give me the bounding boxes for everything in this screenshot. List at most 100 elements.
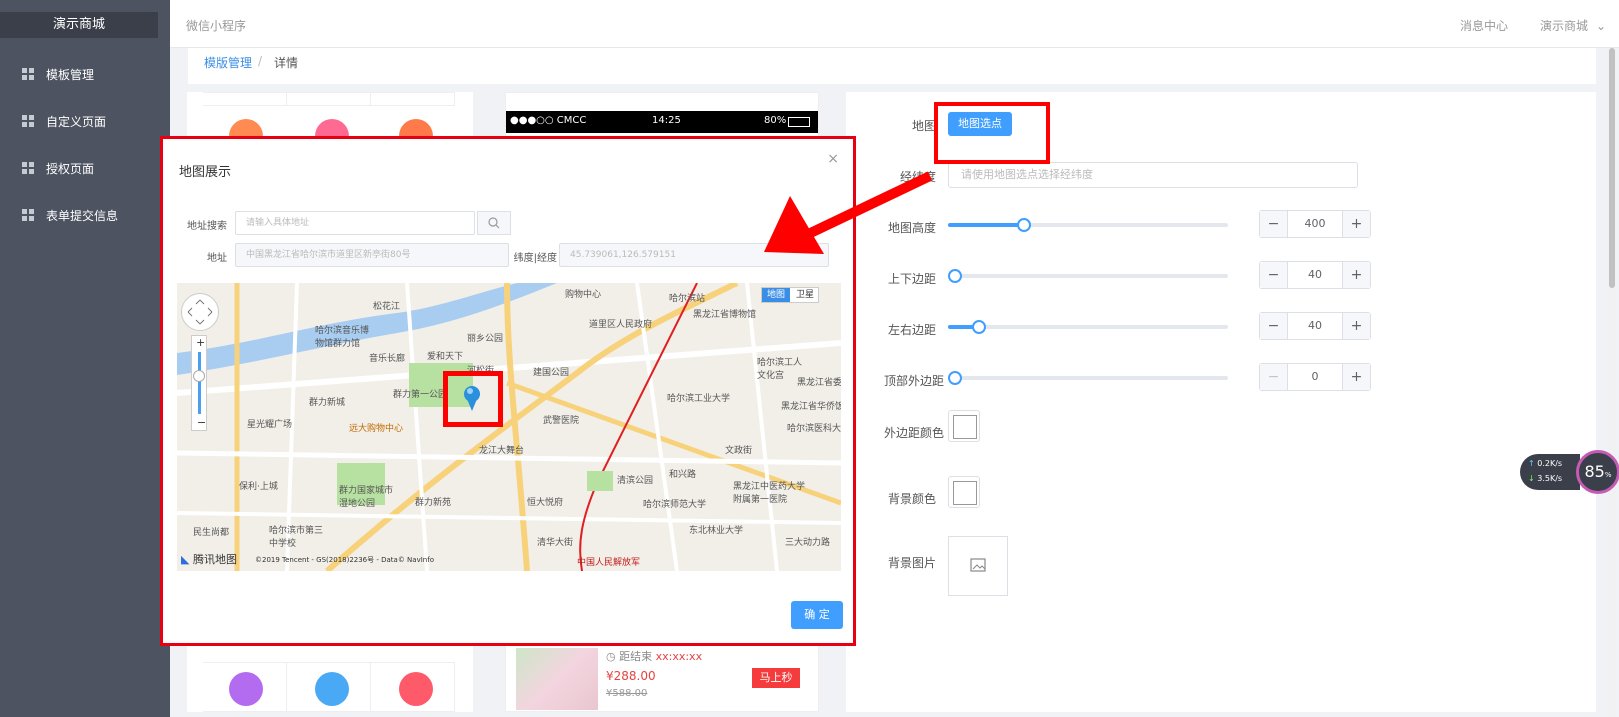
latlng-input[interactable]: 请使用地图选点选择经纬度 xyxy=(948,162,1358,188)
minus-button[interactable]: − xyxy=(1260,313,1288,339)
download-arrow-icon: ↓ xyxy=(1528,474,1535,483)
zoom-in-icon[interactable]: + xyxy=(196,336,205,349)
map-type-map[interactable]: 地图 xyxy=(762,288,790,302)
address-search-input[interactable]: 请输入具体地址 xyxy=(235,211,475,235)
sidebar-item-form-submissions[interactable]: 表单提交信息 xyxy=(0,195,170,235)
countdown-value: xx:xx:xx xyxy=(655,650,703,663)
grid-icon xyxy=(22,68,34,80)
platform-label: 微信小程序 xyxy=(186,19,247,33)
speed-panel: ↑ 0.2K/s ↓ 3.5K/s xyxy=(1520,454,1580,490)
alarm-clock-icon[interactable] xyxy=(399,672,433,706)
buy-now-button[interactable]: 马上秒 xyxy=(752,668,800,688)
tb-margin-slider[interactable] xyxy=(948,269,1228,283)
map-place: 群力国家城市湿地公园 xyxy=(339,486,394,509)
stepper-value[interactable]: 40 xyxy=(1288,313,1342,339)
top-margin-slider[interactable] xyxy=(948,371,1228,385)
map-type-switch[interactable]: 地图 卫星 xyxy=(761,287,819,303)
height-slider[interactable] xyxy=(948,218,1228,232)
minus-button[interactable]: − xyxy=(1260,364,1288,390)
zoom-track[interactable] xyxy=(198,352,201,414)
map-place: 音乐长廊 xyxy=(369,354,406,364)
map-marker-icon[interactable] xyxy=(463,385,487,416)
map-place: 恒大悦府 xyxy=(527,498,564,508)
members-icon[interactable] xyxy=(229,672,263,706)
phone-status-bar: ●●●○○ CMCC 14:25 80% xyxy=(506,111,818,133)
map-place: 远大购物中心 xyxy=(349,424,404,434)
user-menu[interactable]: 演示商城 xyxy=(1540,17,1606,34)
map-place: 黑龙江省委 xyxy=(797,378,841,388)
height-stepper[interactable]: −400 + xyxy=(1259,210,1371,238)
minus-button[interactable]: − xyxy=(1260,211,1288,237)
top-margin-label: 顶部外边距 xyxy=(883,374,944,388)
map-place: 建国公园 xyxy=(533,368,570,378)
upload-arrow-icon: ↑ xyxy=(1528,459,1535,468)
map-place: 丽乡公园 xyxy=(467,334,504,344)
battery-icon xyxy=(788,117,810,127)
stepper-value[interactable]: 40 xyxy=(1288,262,1342,288)
bg-color-picker[interactable] xyxy=(948,476,980,508)
close-icon[interactable]: × xyxy=(827,151,839,167)
outer-color-label: 外边距颜色 xyxy=(883,426,944,440)
annotation-arrow-icon xyxy=(764,171,933,254)
bg-image-upload[interactable] xyxy=(948,536,1008,596)
search-button[interactable] xyxy=(477,211,511,235)
network-speed-widget[interactable]: ↑ 0.2K/s ↓ 3.5K/s 85% xyxy=(1520,450,1619,500)
slider-handle[interactable] xyxy=(971,320,986,334)
bg-color-label: 背景颜色 xyxy=(887,492,936,506)
map-place: 哈尔滨医科大学 xyxy=(787,424,841,434)
map-type-satellite[interactable]: 卫星 xyxy=(792,288,818,302)
countdown: ◷ 距结束 xx:xx:xx xyxy=(606,650,703,663)
lr-margin-stepper[interactable]: −40 + xyxy=(1259,312,1371,340)
upload-speed: ↑ 0.2K/s xyxy=(1528,459,1562,468)
grid-icon xyxy=(22,162,34,174)
lr-margin-slider[interactable] xyxy=(948,320,1228,334)
slider-handle[interactable] xyxy=(948,269,962,283)
brand-title[interactable]: 演示商城 xyxy=(0,12,158,38)
tb-margin-stepper[interactable]: −40 + xyxy=(1259,261,1371,289)
map-place: 哈尔滨工业大学 xyxy=(667,394,731,404)
sidebar-item-templates[interactable]: 模板管理 xyxy=(0,54,170,94)
map-place: 保利·上城 xyxy=(239,482,278,492)
confirm-button[interactable]: 确 定 xyxy=(791,601,843,629)
map-view[interactable]: 松花江 哈尔滨音乐博物馆群力馆 音乐长廊 丽乡公园 爱和天下 河松街 群力新城 … xyxy=(177,283,841,571)
plus-button[interactable]: + xyxy=(1342,364,1370,390)
map-place: 龙江大舞台 xyxy=(479,446,525,456)
map-place: 哈尔滨站 xyxy=(669,294,706,304)
zoom-out-icon[interactable]: − xyxy=(197,416,206,429)
map-place: 三大动力路 xyxy=(785,538,831,548)
page-scrollbar[interactable] xyxy=(1608,48,1616,717)
zoom-handle[interactable] xyxy=(193,370,205,382)
plus-button[interactable]: + xyxy=(1342,262,1370,288)
product-image[interactable] xyxy=(516,648,598,710)
slider-handle[interactable] xyxy=(1016,218,1031,232)
stepper-value[interactable]: 400 xyxy=(1288,211,1342,237)
outer-color-picker[interactable] xyxy=(948,410,980,442)
countdown-label: 距结束 xyxy=(619,650,653,663)
slider-fill xyxy=(948,223,1024,227)
slider-handle[interactable] xyxy=(948,371,962,385)
search-label: 地址搜索 xyxy=(187,221,227,232)
calendar-icon[interactable] xyxy=(315,672,349,706)
map-place: 中国人民解放军 xyxy=(577,558,641,568)
plus-button[interactable]: + xyxy=(1342,313,1370,339)
latlng-label: 纬度|经度 xyxy=(513,253,557,264)
map-pan-control[interactable] xyxy=(181,293,219,331)
stepper-value[interactable]: 0 xyxy=(1288,364,1342,390)
address-field[interactable]: 中国黑龙江省哈尔滨市道里区新亭街80号 xyxy=(235,243,509,267)
plus-button[interactable]: + xyxy=(1342,211,1370,237)
minus-button[interactable]: − xyxy=(1260,262,1288,288)
sidebar-item-auth-page[interactable]: 授权页面 xyxy=(0,148,170,188)
map-place: 群力新城 xyxy=(309,398,346,408)
message-center-link[interactable]: 消息中心 xyxy=(1460,17,1508,34)
top-margin-stepper[interactable]: −0 + xyxy=(1259,363,1371,391)
map-place: 武警医院 xyxy=(543,416,580,426)
percent-sign: % xyxy=(1604,471,1612,479)
map-zoom-control[interactable]: + − xyxy=(191,335,207,431)
carrier-text: ●●●○○ CMCC xyxy=(510,115,587,126)
pan-arrows-icon xyxy=(187,299,213,325)
memory-percent-badge[interactable]: 85% xyxy=(1576,450,1619,494)
breadcrumb-link-templates[interactable]: 模版管理 xyxy=(204,54,252,71)
sidebar-item-custom-page[interactable]: 自定义页面 xyxy=(0,101,170,141)
sidebar-item-label: 授权页面 xyxy=(46,162,95,176)
breadcrumb-current: 详情 xyxy=(274,56,299,70)
